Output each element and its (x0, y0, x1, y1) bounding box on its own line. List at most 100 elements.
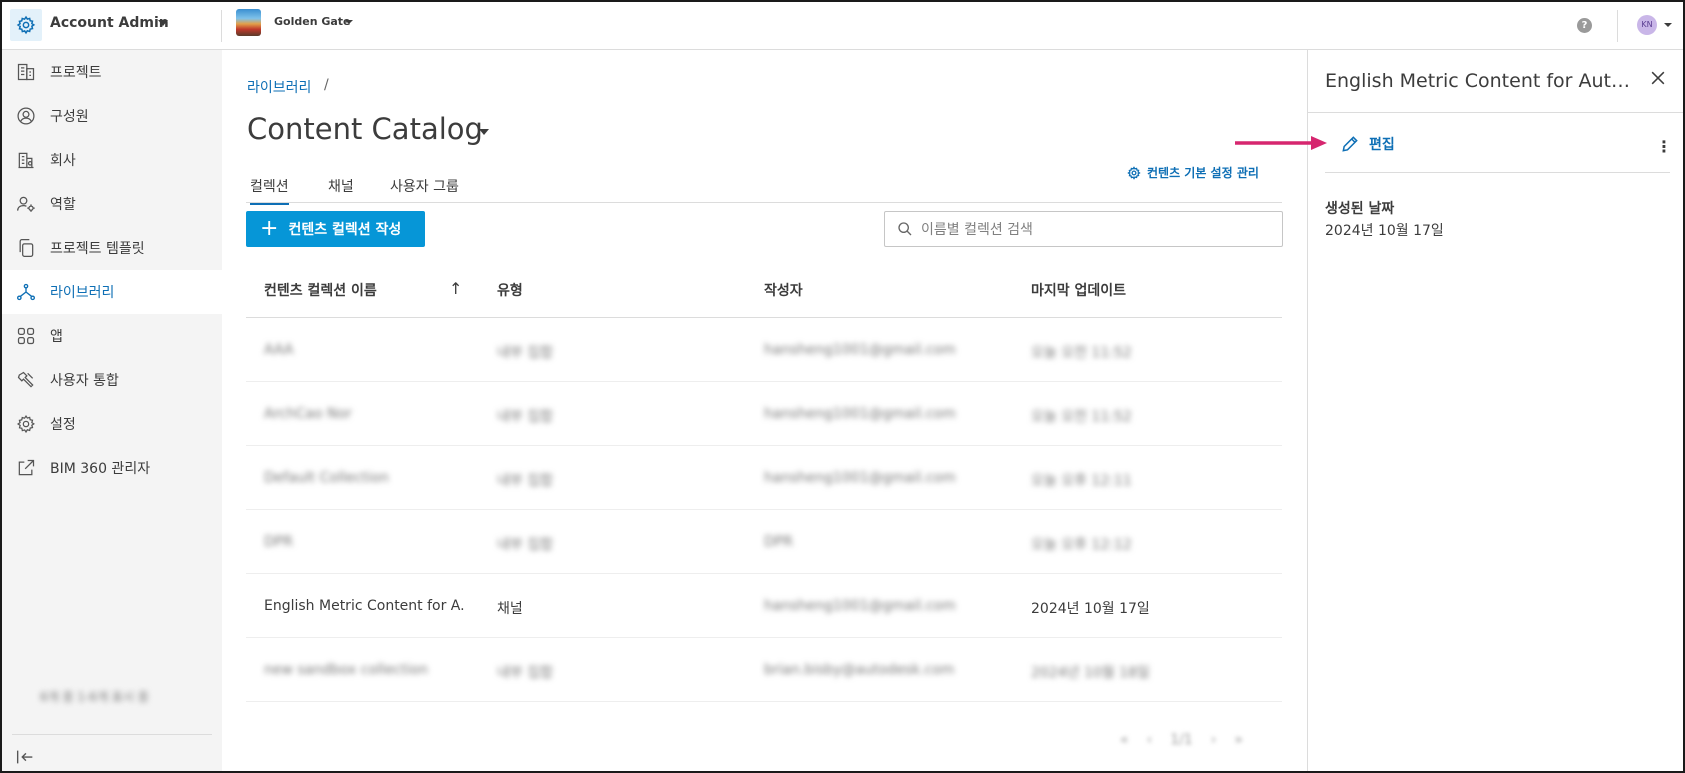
hammer-icon (14, 368, 38, 392)
cell-updated: 2024년 10월 18일 (1031, 665, 1150, 681)
company-icon (14, 148, 38, 172)
cell-type: 내부 집합 (497, 537, 553, 553)
table-row[interactable]: ArchCao Nor 내부 집합 hansheng1001@gmail.com… (246, 382, 1282, 446)
close-icon[interactable] (1648, 68, 1670, 90)
sidebar-item-label: 설정 (50, 417, 76, 433)
search-input[interactable]: 이름별 컬렉션 검색 (884, 211, 1283, 247)
sidebar-item-label: 구성원 (50, 109, 89, 125)
breadcrumb-library[interactable]: 라이브러리 (247, 77, 311, 97)
user-circle-icon (14, 104, 38, 128)
column-header-author[interactable]: 작성자 (764, 280, 803, 300)
tab-channels[interactable]: 채널 (328, 176, 354, 196)
sidebar-item-roles[interactable]: 역할 (2, 182, 222, 226)
collapse-sidebar-icon[interactable] (14, 746, 38, 770)
sidebar-item-label: 앱 (50, 329, 63, 345)
app-switcher-chevron-down-icon[interactable] (158, 20, 168, 26)
sidebar-item-apps[interactable]: 앱 (2, 314, 222, 358)
table-row[interactable]: AAA 내부 집합 hansheng1001@gmail.com 오늘 오전 1… (246, 318, 1282, 382)
cell-name: new sandbox collection (264, 662, 428, 678)
building-icon (14, 60, 38, 84)
project-chevron-down-icon[interactable] (345, 20, 353, 24)
sidebar-item-label: 사용자 통합 (50, 373, 119, 389)
cell-type: 내부 집합 (497, 409, 553, 425)
cell-name: DPR (264, 534, 293, 550)
table-row-selected[interactable]: English Metric Content for A... 채널 hansh… (246, 574, 1282, 638)
pagination: « ‹ 1/1 › » (1120, 732, 1243, 748)
sidebar-item-bim360-admin[interactable]: BIM 360 관리자 (2, 446, 222, 490)
tab-user-groups[interactable]: 사용자 그룹 (390, 176, 459, 196)
prev-page-button[interactable]: ‹ (1147, 732, 1153, 748)
created-date-value: 2024년 10월 17일 (1325, 223, 1444, 239)
divider (12, 734, 212, 735)
divider (1325, 172, 1670, 173)
account-admin-gear-icon[interactable] (10, 9, 42, 41)
sidebar-item-label: BIM 360 관리자 (50, 461, 151, 477)
cell-updated: 오늘 오전 11:52 (1031, 409, 1132, 425)
tab-collections[interactable]: 컬렉션 (250, 176, 289, 205)
page-title[interactable]: Content Catalog (247, 112, 483, 146)
table-header: 컨텐츠 컬렉션 이름 ↑ 유형 작성자 마지막 업데이트 (246, 260, 1282, 318)
cell-type: 내부 집합 (497, 473, 553, 489)
next-page-button[interactable]: › (1211, 732, 1217, 748)
sidebar-item-projects[interactable]: 프로젝트 (2, 50, 222, 94)
main-content: 라이브러리 / Content Catalog 컬렉션 채널 사용자 그룹 컨텐… (222, 50, 1307, 771)
divider (1617, 10, 1618, 42)
search-icon (898, 222, 912, 236)
search-placeholder: 이름별 컬렉션 검색 (921, 222, 1033, 238)
user-menu-chevron-down-icon[interactable] (1664, 23, 1672, 27)
pencil-icon (1342, 136, 1358, 152)
project-thumbnail[interactable] (236, 9, 261, 36)
create-collection-button[interactable]: + 컨텐츠 컬렉션 작성 (246, 211, 425, 247)
column-header-name[interactable]: 컨텐츠 컬렉션 이름 (264, 280, 377, 300)
external-link-icon (14, 456, 38, 480)
help-icon[interactable]: ? (1577, 18, 1592, 33)
annotation-arrow-icon (1235, 136, 1327, 150)
gear-icon (14, 412, 38, 436)
sidebar-item-library[interactable]: 라이브러리 (2, 270, 222, 314)
sort-ascending-icon[interactable]: ↑ (449, 279, 462, 298)
sidebar-item-members[interactable]: 구성원 (2, 94, 222, 138)
table-row[interactable]: Default Collection 내부 집합 hansheng1001@gm… (246, 446, 1282, 510)
table-row[interactable]: new sandbox collection 내부 집합 brian.bisby… (246, 638, 1282, 702)
edit-label: 편집 (1369, 137, 1395, 153)
panel-title: English Metric Content for Autodesk (1325, 70, 1635, 92)
sidebar-item-integrations[interactable]: 사용자 통합 (2, 358, 222, 402)
collections-table: 컨텐츠 컬렉션 이름 ↑ 유형 작성자 마지막 업데이트 AAA 내부 집합 h… (246, 260, 1282, 702)
edit-button[interactable]: 편집 (1340, 134, 1395, 154)
cell-name: ArchCao Nor (264, 406, 352, 422)
sidebar-item-project-templates[interactable]: 프로젝트 템플릿 (2, 226, 222, 270)
sidebar: 프로젝트 구성원 회사 역할 프로젝트 템플릿 라이브러리 앱 사용자 통합 설… (2, 50, 222, 771)
sidebar-item-label: 회사 (50, 153, 76, 169)
page-indicator: 1/1 (1170, 732, 1193, 748)
cell-type: 내부 집합 (497, 665, 553, 681)
divider (221, 10, 222, 42)
user-avatar[interactable]: KN (1637, 15, 1657, 35)
catalog-chevron-down-icon[interactable] (479, 129, 489, 135)
user-gear-icon (14, 192, 38, 216)
content-settings-link[interactable]: 컨텐츠 기본 설정 관리 (1127, 164, 1259, 181)
sidebar-item-settings[interactable]: 설정 (2, 402, 222, 446)
first-page-button[interactable]: « (1120, 732, 1129, 748)
app-title[interactable]: Account Admin (50, 15, 169, 31)
project-selector[interactable]: Golden Gate (274, 15, 351, 28)
table-row[interactable]: DPR 내부 집합 DPR 오늘 오후 12:12 (246, 510, 1282, 574)
create-collection-label: 컨텐츠 컬렉션 작성 (288, 222, 402, 238)
detail-panel: English Metric Content for Autodesk 편집 ⋮… (1307, 50, 1683, 771)
content-settings-label: 컨텐츠 기본 설정 관리 (1147, 166, 1259, 180)
more-options-icon[interactable]: ⋮ (1656, 137, 1672, 156)
library-icon (14, 280, 38, 304)
cell-type: 채널 (497, 601, 523, 617)
cell-author: hansheng1001@gmail.com (764, 406, 956, 422)
column-header-updated[interactable]: 마지막 업데이트 (1031, 280, 1126, 300)
plus-icon: + (260, 216, 279, 241)
cell-name: Default Collection (264, 470, 389, 486)
cell-author: hansheng1001@gmail.com (764, 342, 956, 358)
sidebar-item-companies[interactable]: 회사 (2, 138, 222, 182)
last-page-button[interactable]: » (1234, 732, 1243, 748)
cell-updated: 오늘 오전 11:52 (1031, 345, 1132, 361)
column-header-type[interactable]: 유형 (497, 280, 523, 300)
cell-name: English Metric Content for A... (264, 598, 464, 614)
divider (1308, 112, 1683, 113)
gear-icon (1127, 165, 1141, 180)
top-bar: Account Admin Golden Gate ? KN (2, 2, 1683, 50)
